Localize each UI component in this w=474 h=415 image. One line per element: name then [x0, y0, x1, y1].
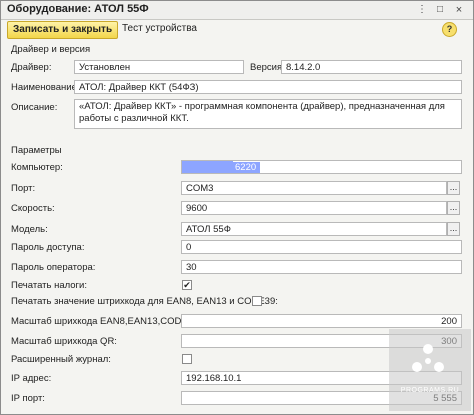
- computer-value: 6220: [233, 162, 261, 173]
- speed-label: Скорость:: [11, 203, 55, 214]
- barcode-scale-label: Масштаб шрихкода EAN8,EAN13,CODE39:: [11, 316, 201, 327]
- toolbar: Записать и закрыть Тест устройства ?: [1, 20, 473, 40]
- name-label: Наименование:: [11, 82, 80, 93]
- port-select-button[interactable]: ...: [447, 181, 460, 195]
- port-field[interactable]: COM3: [181, 181, 447, 195]
- save-and-close-button[interactable]: Записать и закрыть: [7, 21, 119, 39]
- computer-redacted: [182, 161, 233, 173]
- name-field: АТОЛ: Драйвер ККТ (54ФЗ): [74, 80, 462, 94]
- access-password-field[interactable]: 0: [181, 240, 462, 254]
- close-icon[interactable]: ×: [453, 4, 465, 16]
- print-taxes-checkbox[interactable]: ✔: [182, 280, 192, 290]
- help-icon[interactable]: ?: [442, 22, 457, 37]
- barcode-scale-field[interactable]: 200: [181, 314, 462, 328]
- ip-port-label: IP порт:: [11, 393, 45, 404]
- driver-section-title: Драйвер и версия: [11, 44, 91, 55]
- watermark-text: PROGRAMS.RU: [400, 387, 460, 394]
- description-label: Описание:: [11, 102, 58, 113]
- model-select-button[interactable]: ...: [447, 222, 460, 236]
- speed-select-button[interactable]: ...: [447, 201, 460, 215]
- maximize-icon[interactable]: □: [434, 4, 446, 16]
- version-field: 8.14.2.0: [281, 60, 462, 74]
- extended-log-label: Расширенный журнал:: [11, 354, 111, 365]
- print-barcode-label: Печатать значение штрихкода для EAN8, EA…: [11, 296, 278, 307]
- computer-label: Компьютер:: [11, 162, 63, 173]
- model-label: Модель:: [11, 224, 48, 235]
- watermark-logo-icon: [412, 344, 444, 372]
- model-field[interactable]: АТОЛ 55Ф: [181, 222, 447, 236]
- params-section-title: Параметры: [11, 145, 62, 156]
- computer-field[interactable]: 6220: [181, 160, 462, 174]
- test-device-button[interactable]: Тест устройства: [122, 23, 197, 34]
- ip-address-label: IP адрес:: [11, 373, 52, 384]
- driver-field: Установлен: [74, 60, 244, 74]
- version-label: Версия:: [250, 62, 285, 73]
- qr-scale-label: Масштаб шрихкода QR:: [11, 336, 117, 347]
- port-label: Порт:: [11, 183, 36, 194]
- more-icon[interactable]: ⋮: [416, 4, 428, 16]
- title-bar: Оборудование: АТОЛ 55Ф ⋮ □ ×: [1, 1, 473, 20]
- driver-label: Драйвер:: [11, 62, 52, 73]
- extended-log-checkbox[interactable]: [182, 354, 192, 364]
- equipment-window: Оборудование: АТОЛ 55Ф ⋮ □ × Записать и …: [0, 0, 474, 415]
- speed-field[interactable]: 9600: [181, 201, 447, 215]
- print-barcode-checkbox[interactable]: [252, 296, 262, 306]
- operator-password-label: Пароль оператора:: [11, 262, 96, 273]
- print-taxes-label: Печатать налоги:: [11, 280, 87, 291]
- window-title: Оборудование: АТОЛ 55Ф: [7, 3, 149, 15]
- watermark: PROGRAMS.RU: [389, 329, 471, 411]
- operator-password-field[interactable]: 30: [181, 260, 462, 274]
- description-field: «АТОЛ: Драйвер ККТ» - программная компон…: [74, 99, 462, 129]
- access-password-label: Пароль доступа:: [11, 242, 85, 253]
